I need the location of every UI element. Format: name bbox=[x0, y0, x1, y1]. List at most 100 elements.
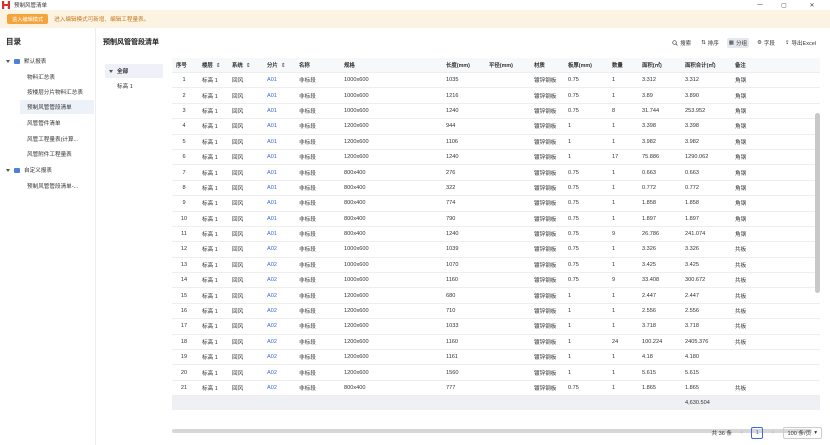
cell-qty: 1 bbox=[612, 385, 616, 391]
sidebar-folder-default[interactable]: 默认报表 bbox=[6, 54, 94, 68]
table-row[interactable]: 12 标高 1 回风 A02 非标段 1000x600 1039 镀锌钢板 0.75 1 3.326… bbox=[172, 242, 820, 258]
table-row[interactable]: 6 标高 1 回风 A01 非标段 1200x600 1240 镀锌钢板 1 17 75.886 12… bbox=[172, 150, 820, 166]
minimize-icon[interactable]: — bbox=[748, 0, 772, 10]
table-row[interactable]: 10 标高 1 回风 A01 非标段 800x400 790 镀锌钢板 0.75 1 1.897 1.… bbox=[172, 212, 820, 227]
table-row[interactable]: 16 标高 1 回风 A02 非标段 1200x600 710 镀锌钢板 1 1 2.556 2.55… bbox=[172, 304, 820, 320]
page-size-select[interactable]: 100 条/页 ▾ bbox=[782, 427, 822, 439]
sidebar-item-material-summary[interactable]: 物料汇总表 bbox=[20, 70, 94, 84]
field-button[interactable]: ⚙ 字段 bbox=[755, 38, 777, 48]
cell-qty: 1 bbox=[612, 354, 616, 361]
header-area[interactable]: 面积(㎡) bbox=[642, 58, 683, 72]
sidebar-item-floor-material-summary[interactable]: 按楼层分片物料汇总表 bbox=[20, 85, 94, 99]
header-length[interactable]: 长度(mm) bbox=[446, 58, 488, 72]
table-row[interactable]: 14 标高 1 回风 A02 非标段 1000x600 1160 镀锌钢板 0.75 9 33.40… bbox=[172, 273, 820, 289]
prev-page-button[interactable]: < bbox=[740, 430, 743, 436]
cell-system: 回风 bbox=[232, 278, 244, 285]
table-row[interactable]: 18 标高 1 回风 A02 非标段 1200x600 1160 镀锌钢板 1 24 100.224… bbox=[172, 335, 820, 351]
table-row[interactable]: 3 标高 1 回风 A01 非标段 1000x600 1240 镀锌钢板 0.75 8 31.744… bbox=[172, 104, 820, 120]
cell-zone[interactable]: A02 bbox=[267, 350, 297, 364]
table-row[interactable]: 9 标高 1 回风 A01 非标段 800x400 774 镀锌钢板 0.75 1 1.858 1.8… bbox=[172, 196, 820, 212]
header-remark[interactable]: 备注 bbox=[735, 58, 775, 72]
header-name[interactable]: 名称 bbox=[299, 58, 342, 72]
cell-zone[interactable]: A02 bbox=[267, 273, 297, 287]
header-thickness[interactable]: 板厚(mm) bbox=[568, 58, 610, 72]
enter-edit-mode-button[interactable]: 进入编辑模式 bbox=[7, 14, 49, 24]
header-material[interactable]: 材质 bbox=[534, 58, 567, 72]
sidebar-item-prefab-duct-list-custom[interactable]: 预制风管管段清单-... bbox=[20, 179, 94, 193]
cell-zone[interactable]: A02 bbox=[267, 381, 297, 395]
table-row[interactable]: 5 标高 1 回风 A01 非标段 1200x600 1106 镀锌钢板 1 1 3.982 3.98… bbox=[172, 135, 820, 150]
maximize-icon[interactable]: ▢ bbox=[772, 0, 796, 10]
table-row[interactable]: 2 标高 1 回风 A01 非标段 1000x600 1216 镀锌钢板 0.75 1 3.89 3.… bbox=[172, 88, 820, 104]
table-row[interactable]: 4 标高 1 回风 A01 非标段 1200x600 944 镀锌钢板 1 1 3.398 3.398… bbox=[172, 119, 820, 135]
cell-zone[interactable]: A01 bbox=[267, 196, 297, 210]
header-area-total[interactable]: 面积合计(㎡) bbox=[685, 58, 733, 72]
cell-seq: 4 bbox=[182, 123, 186, 130]
group-item-level-1[interactable]: 标高 1 bbox=[105, 79, 163, 93]
cell-zone[interactable]: A01 bbox=[267, 227, 297, 241]
sidebar-item-duct-accessory-quantity[interactable]: 风管附件工程量表 bbox=[20, 147, 94, 161]
cell-zone[interactable]: A02 bbox=[267, 288, 297, 302]
next-page-button[interactable]: > bbox=[771, 430, 774, 436]
header-qty[interactable]: 数量 bbox=[612, 58, 640, 72]
table-row[interactable]: 1 标高 1 回风 A01 非标段 1000x600 1035 镀锌钢板 0.75 1 3.312 3… bbox=[172, 73, 820, 89]
cell-zone[interactable]: A02 bbox=[267, 304, 297, 318]
cell-thickness: 1 bbox=[568, 369, 572, 376]
cell-zone[interactable]: A02 bbox=[267, 319, 297, 333]
cell-thickness: 0.75 bbox=[568, 107, 579, 114]
cell-zone[interactable]: A01 bbox=[267, 165, 297, 179]
cell-zone[interactable]: A02 bbox=[267, 258, 297, 272]
table-row[interactable]: 7 标高 1 回风 A01 非标段 800x400 276 镀锌钢板 0.75 1 0.663 0.6… bbox=[172, 165, 820, 181]
table-row[interactable]: 8 标高 1 回风 A01 非标段 800x400 322 镀锌钢板 0.75 1 0.772 0.7… bbox=[172, 181, 820, 197]
vertical-scrollbar[interactable] bbox=[815, 113, 820, 293]
table-row[interactable]: 21 标高 1 回风 A02 非标段 800x400 777 镀锌钢板 0.75 1 1.865 1.… bbox=[172, 381, 820, 397]
cell-spec: 1000x600 bbox=[344, 107, 369, 114]
sort-icon[interactable]: ⇕ bbox=[216, 63, 221, 69]
cell-zone[interactable]: A01 bbox=[267, 135, 297, 149]
cell-zone[interactable]: A02 bbox=[267, 335, 297, 349]
search-button[interactable]: 搜索 bbox=[670, 38, 693, 48]
cell-zone[interactable]: A01 bbox=[267, 150, 297, 164]
cell-zone[interactable]: A01 bbox=[267, 104, 297, 118]
sort-icon[interactable]: ⇕ bbox=[281, 63, 286, 69]
page-number[interactable]: 1 bbox=[751, 427, 764, 439]
cell-system: 回风 bbox=[232, 293, 244, 300]
sort-icon[interactable]: ⇕ bbox=[246, 63, 251, 69]
cell-zone[interactable]: A01 bbox=[267, 88, 297, 102]
cell-name: 非标段 bbox=[299, 170, 316, 177]
cell-area-total: 2405.376 bbox=[685, 338, 709, 345]
group-button[interactable]: ▦ 分组 bbox=[726, 38, 749, 48]
table-row[interactable]: 15 标高 1 回风 A02 非标段 1200x600 680 镀锌钢板 1 1 2.447 2.44… bbox=[172, 288, 820, 304]
table-row[interactable]: 11 标高 1 回风 A01 非标段 800x400 1240 镀锌钢板 0.75 9 26.786… bbox=[172, 227, 820, 243]
header-seq[interactable]: 序号 bbox=[176, 58, 200, 72]
sidebar-item-duct-quantity[interactable]: 风管工程量表(计算... bbox=[20, 132, 94, 146]
cell-remark: 角钢 bbox=[735, 139, 747, 146]
sidebar-item-duct-fitting-list[interactable]: 风管管件清单 bbox=[20, 116, 94, 130]
cell-material: 镀锌钢板 bbox=[534, 155, 557, 162]
table-row[interactable]: 19 标高 1 回风 A02 非标段 1200x600 1161 镀锌钢板 1 1 4.18 4.18… bbox=[172, 350, 820, 366]
group-item-all[interactable]: 全部 bbox=[105, 64, 163, 78]
cell-area: 2.447 bbox=[642, 292, 656, 299]
cell-zone[interactable]: A01 bbox=[267, 212, 297, 226]
cell-diameter bbox=[489, 181, 532, 195]
cell-thickness: 1 bbox=[568, 308, 572, 315]
cell-zone[interactable]: A02 bbox=[267, 242, 297, 256]
sidebar-folder-custom[interactable]: 自定义报表 bbox=[6, 163, 94, 177]
header-diameter[interactable]: 平径(mm) bbox=[489, 58, 532, 72]
header-spec[interactable]: 规格 bbox=[344, 58, 444, 72]
close-icon[interactable]: ✕ bbox=[800, 0, 824, 10]
cell-area-total: 241.074 bbox=[685, 231, 706, 238]
table-row[interactable]: 20 标高 1 回风 A02 非标段 1200x600 1560 镀锌钢板 1 1 5.615 5.6… bbox=[172, 365, 820, 381]
cell-zone[interactable]: A01 bbox=[267, 73, 297, 87]
cell-remark: 共板 bbox=[735, 293, 747, 300]
cell-zone[interactable]: A01 bbox=[267, 119, 297, 133]
export-excel-button[interactable]: ⇪ 导出Excel bbox=[783, 38, 818, 48]
sort-button[interactable]: ⇅ 排序 bbox=[699, 38, 721, 48]
cell-seq: 10 bbox=[180, 215, 188, 222]
cell-zone[interactable]: A01 bbox=[267, 181, 297, 195]
cell-zone[interactable]: A02 bbox=[267, 365, 297, 379]
cell-seq: 3 bbox=[182, 107, 186, 114]
table-row[interactable]: 17 标高 1 回风 A02 非标段 1200x600 1033 镀锌钢板 1 1 3.718 3.7… bbox=[172, 319, 820, 335]
table-row[interactable]: 13 标高 1 回风 A02 非标段 1000x600 1070 镀锌钢板 0.75 1 3.425… bbox=[172, 258, 820, 274]
sidebar-item-prefab-duct-list[interactable]: 预制风管管段清单 bbox=[20, 100, 94, 114]
